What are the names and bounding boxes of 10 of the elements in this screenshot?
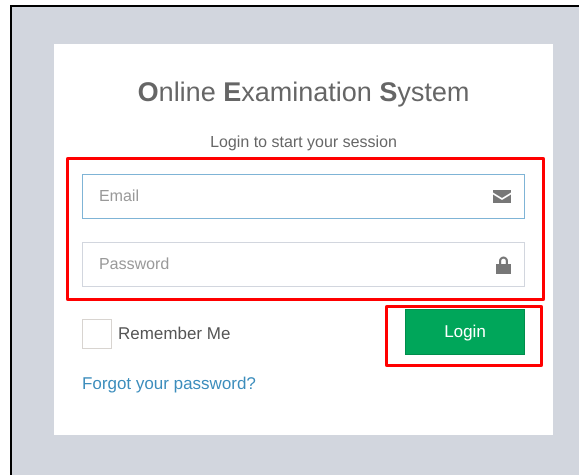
forgot-password-link[interactable]: Forgot your password?	[82, 371, 256, 396]
lock-icon	[496, 256, 511, 274]
remember-label: Remember Me	[118, 323, 230, 346]
login-subtitle: Login to start your session	[209, 133, 398, 153]
password-field[interactable]: Password	[82, 242, 525, 287]
envelope-icon	[493, 190, 511, 203]
app-title: Online Examination System	[136, 76, 470, 109]
login-button[interactable]: Login	[405, 309, 525, 355]
remember-checkbox[interactable]	[82, 319, 112, 349]
email-field[interactable]: Email	[82, 174, 525, 219]
